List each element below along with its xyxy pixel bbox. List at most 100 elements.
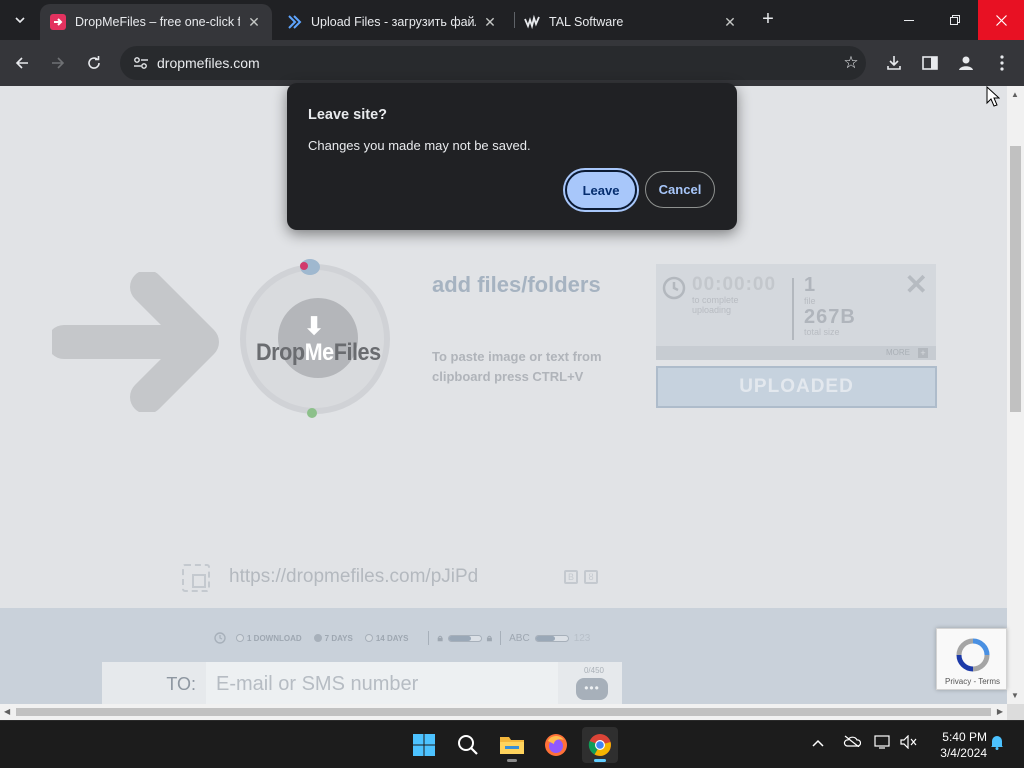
option-7-days[interactable]: 7 DAYS (313, 634, 353, 643)
option-1-download[interactable]: 1 DOWNLOAD (236, 634, 302, 643)
scroll-left-icon[interactable]: ◀ (4, 707, 10, 716)
new-tab-button[interactable]: + (756, 8, 780, 32)
close-icon[interactable]: ✕ (905, 268, 928, 301)
scroll-up-icon[interactable]: ▲ (1011, 90, 1019, 99)
plus-icon[interactable]: + (918, 348, 928, 358)
radio-1-download[interactable] (236, 634, 244, 642)
total-size-label: total size (804, 327, 840, 337)
arrow-left-icon (15, 57, 28, 69)
windows-logo-icon (413, 734, 435, 756)
system-clock[interactable]: 5:40 PM 3/4/2024 (925, 729, 987, 761)
files-label: file (804, 296, 816, 306)
share-url[interactable]: https://dropmefiles.com/pJiPd (229, 566, 478, 588)
tab-close-icon[interactable]: ✕ (246, 14, 262, 31)
recaptcha-terms[interactable]: Privacy - Terms (937, 677, 1008, 686)
tab-upload-files[interactable]: Upload Files - загрузить файл ✕ (276, 4, 508, 40)
vertical-scrollbar[interactable]: ▲ ▼ (1007, 86, 1024, 704)
file-explorer-button[interactable] (494, 727, 530, 763)
vertical-scroll-thumb[interactable] (1010, 146, 1021, 412)
lock-icon: 🔒︎ (437, 632, 443, 644)
tab-close-icon[interactable]: ✕ (722, 14, 738, 31)
abc-count: 123 (573, 632, 591, 644)
clock-date: 3/4/2024 (940, 746, 987, 760)
clock-small-icon (214, 632, 226, 644)
recipient-input[interactable]: E-mail or SMS number (206, 662, 558, 704)
bookmark-star-icon[interactable]: ☆ (836, 53, 866, 73)
vk-share-icon[interactable]: B (564, 570, 578, 584)
chrome-button[interactable] (582, 727, 618, 763)
tab-tal-software[interactable]: TAL Software ✕ (514, 4, 748, 40)
back-button[interactable] (10, 51, 34, 75)
search-button[interactable] (450, 727, 486, 763)
onedrive-offline-icon[interactable] (843, 735, 862, 750)
search-icon (458, 735, 478, 755)
forward-button[interactable] (46, 51, 70, 75)
site-settings-icon[interactable] (128, 56, 154, 70)
recaptcha-logo-icon (956, 638, 990, 672)
files-count: 1 (804, 274, 816, 296)
upload-options: 1 DOWNLOAD 7 DAYS 14 DAYS 🔒︎ 🔒︎ ABC 123 (214, 630, 590, 646)
radio-14-days[interactable] (364, 634, 373, 642)
ok-share-icon[interactable]: ȣ (584, 570, 598, 584)
recaptcha-badge[interactable]: Privacy - Terms (936, 628, 1007, 690)
volume-muted-icon[interactable] (900, 734, 918, 752)
address-bar[interactable]: dropmefiles.com ☆ (120, 46, 866, 80)
paste-hint: To paste image or text from clipboard pr… (432, 349, 602, 384)
arrow-right-icon (52, 57, 65, 69)
close-window-button[interactable] (978, 0, 1024, 40)
orbit-dot-pink (300, 262, 308, 270)
address-url[interactable]: dropmefiles.com (157, 55, 836, 71)
firefox-button[interactable] (538, 727, 574, 763)
app-active-indicator (594, 759, 606, 762)
menu-kebab-icon[interactable] (990, 51, 1014, 75)
clock-time: 5:40 PM (942, 730, 987, 744)
dropmefiles-logo: DropMeFiles (256, 339, 381, 366)
copy-link-icon[interactable] (182, 564, 210, 592)
tab-search-button[interactable] (8, 8, 32, 32)
timer-label: to complete uploading (692, 295, 739, 315)
downloads-icon[interactable] (882, 51, 906, 75)
char-count: 0/450 (583, 666, 604, 675)
total-size: 267B (804, 306, 856, 328)
scroll-right-icon[interactable]: ▶ (997, 707, 1003, 716)
horizontal-scroll-thumb[interactable] (16, 708, 991, 716)
show-hidden-icons-button[interactable] (812, 735, 824, 750)
lock-open-icon: 🔒︎ (486, 632, 493, 644)
profile-avatar-icon[interactable] (954, 51, 978, 75)
big-arrow-icon (52, 272, 219, 412)
leave-button[interactable]: Leave (565, 170, 637, 210)
scroll-down-icon[interactable]: ▼ (1011, 691, 1019, 700)
tab-dropmefiles[interactable]: DropMeFiles – free one-click fil ✕ (40, 4, 272, 40)
abc-label: ABC (509, 632, 530, 644)
folder-icon (500, 737, 524, 754)
option-14-days[interactable]: 14 DAYS (364, 634, 408, 643)
chevron-up-icon (812, 739, 824, 747)
password-toggle[interactable] (447, 634, 482, 642)
browser-toolbar: dropmefiles.com ☆ (0, 40, 1024, 86)
message-bubble-icon[interactable]: ••• (576, 678, 608, 700)
tab-close-icon[interactable]: ✕ (482, 14, 498, 31)
to-label: TO: (166, 674, 196, 694)
more-bar[interactable]: MORE + (656, 346, 936, 360)
restore-button[interactable] (932, 0, 978, 40)
notification-bell-icon[interactable] (990, 734, 1004, 753)
dropmefiles-favicon-icon (50, 14, 66, 30)
close-icon (995, 14, 1007, 26)
chrome-icon (588, 734, 611, 756)
radio-7-days[interactable] (313, 634, 322, 642)
arrow-down-icon: ⬇ (304, 313, 325, 340)
cancel-button[interactable]: Cancel (645, 171, 715, 208)
dialog-title: Leave site? (308, 107, 387, 123)
reload-button[interactable] (82, 51, 106, 75)
chevron-favicon-icon (286, 14, 302, 30)
side-panel-icon[interactable] (918, 51, 942, 75)
add-files-title[interactable]: add files/folders (432, 268, 612, 302)
minimize-button[interactable] (886, 0, 932, 40)
uploaded-button[interactable]: UPLOADED (656, 366, 937, 408)
network-icon[interactable] (874, 735, 892, 752)
dialog-message: Changes you made may not be saved. (308, 138, 531, 153)
start-button[interactable] (406, 727, 442, 763)
abc-toggle[interactable] (534, 634, 569, 642)
horizontal-scrollbar[interactable]: ◀ ▶ (0, 704, 1007, 720)
upload-timer: 00:00:00 (692, 274, 777, 295)
